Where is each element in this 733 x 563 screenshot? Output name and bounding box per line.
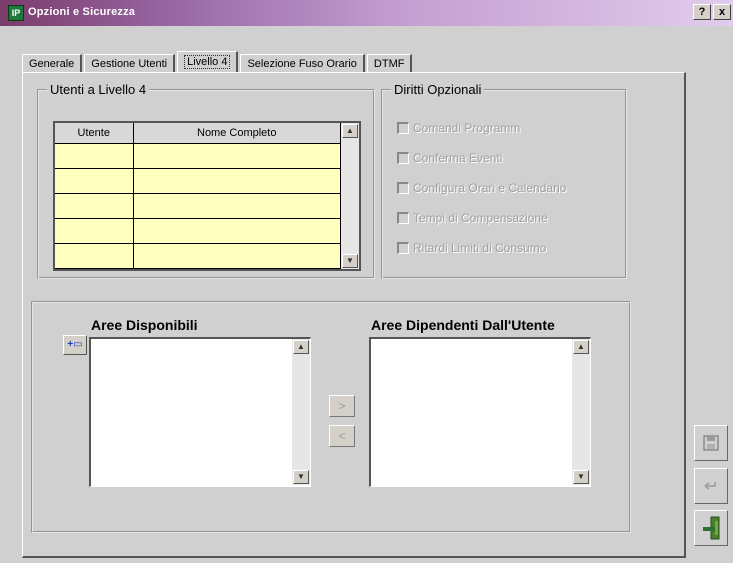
rights-group-title: Diritti Opzionali xyxy=(391,82,485,97)
users-table-scrollbar[interactable]: ▲ ▼ xyxy=(341,123,359,269)
table-row[interactable] xyxy=(55,168,341,194)
undo-icon xyxy=(704,482,716,490)
move-right-button[interactable]: > xyxy=(329,395,355,417)
checkbox xyxy=(397,152,409,164)
save-icon xyxy=(703,435,719,451)
checkbox xyxy=(397,242,409,254)
scroll-up-icon[interactable]: ▲ xyxy=(293,340,309,354)
right-option-label: Comandi Programm xyxy=(413,121,521,135)
table-row[interactable] xyxy=(55,193,341,219)
tab-gestione-utenti[interactable]: Gestione Utenti xyxy=(84,54,176,72)
add-area-icon[interactable]: +▭ xyxy=(63,335,87,355)
column-header-nome-completo[interactable]: Nome Completo xyxy=(133,123,341,144)
tab-livello-4[interactable]: Livello 4 xyxy=(177,51,239,73)
right-option: Configura Orari e Calendario xyxy=(397,181,566,195)
help-button[interactable]: ? xyxy=(693,4,711,20)
checkbox xyxy=(397,122,409,134)
table-cell[interactable] xyxy=(133,193,341,219)
undo-button[interactable] xyxy=(694,468,728,504)
scroll-up-icon[interactable]: ▲ xyxy=(573,340,589,354)
available-areas-title: Aree Disponibili xyxy=(91,317,198,333)
table-row[interactable] xyxy=(55,243,341,269)
exit-icon xyxy=(703,516,720,540)
table-cell[interactable] xyxy=(133,218,341,244)
title-bar: IP Opzioni e Sicurezza ? x xyxy=(0,0,733,26)
dependent-areas-list[interactable]: ▲ ▼ xyxy=(369,337,591,487)
move-left-button[interactable]: < xyxy=(329,425,355,447)
right-option-label: Conferma Eventi xyxy=(413,151,503,165)
tab-label: Generale xyxy=(29,58,75,70)
table-cell[interactable] xyxy=(55,193,134,219)
right-option-label: Ritardi Limiti di Consumo xyxy=(413,241,547,255)
rights-group: Diritti Opzionali Comandi Programm Confe… xyxy=(381,82,627,279)
scroll-up-icon[interactable]: ▲ xyxy=(342,124,358,138)
tab-label: Selezione Fuso Orario xyxy=(247,58,357,70)
scroll-down-icon[interactable]: ▼ xyxy=(342,254,358,268)
options-window: IP Opzioni e Sicurezza ? x Generale Gest… xyxy=(0,0,733,563)
table-cell[interactable] xyxy=(133,143,341,169)
users-group: Utenti a Livello 4 Utente Nome Completo xyxy=(37,82,375,279)
app-icon: IP xyxy=(8,5,24,21)
table-row[interactable] xyxy=(55,218,341,244)
scroll-down-icon[interactable]: ▼ xyxy=(573,470,589,484)
right-option-label: Configura Orari e Calendario xyxy=(413,181,567,195)
dependent-areas-scrollbar[interactable]: ▲ ▼ xyxy=(572,339,590,485)
scroll-down-icon[interactable]: ▼ xyxy=(293,470,309,484)
table-cell[interactable] xyxy=(55,218,134,244)
table-row[interactable] xyxy=(55,143,341,169)
checkbox xyxy=(397,212,409,224)
title-buttons: ? x xyxy=(693,4,731,20)
tab-panel: Utenti a Livello 4 Utente Nome Completo xyxy=(22,72,686,558)
close-button[interactable]: x xyxy=(713,4,731,20)
users-table[interactable]: Utente Nome Completo ▲ ▼ xyxy=(53,121,361,271)
tab-dtmf[interactable]: DTMF xyxy=(366,54,413,72)
dependent-areas-title: Aree Dipendenti Dall'Utente xyxy=(371,317,555,333)
tab-generale[interactable]: Generale xyxy=(22,54,83,72)
right-option-label: Tempi di Compensazione xyxy=(413,211,548,225)
right-option: Comandi Programm xyxy=(397,121,520,135)
window-title: Opzioni e Sicurezza xyxy=(28,6,136,18)
tab-selezione-fuso-orario[interactable]: Selezione Fuso Orario xyxy=(240,54,365,72)
table-cell[interactable] xyxy=(55,168,134,194)
table-cell[interactable] xyxy=(55,243,134,269)
table-cell[interactable] xyxy=(133,168,341,194)
areas-group: Aree Disponibili Aree Dipendenti Dall'Ut… xyxy=(31,301,631,533)
checkbox xyxy=(397,182,409,194)
right-option: Tempi di Compensazione xyxy=(397,211,548,225)
column-header-utente[interactable]: Utente xyxy=(55,123,134,144)
right-option: Conferma Eventi xyxy=(397,151,502,165)
table-cell[interactable] xyxy=(55,143,134,169)
table-cell[interactable] xyxy=(133,243,341,269)
save-button[interactable] xyxy=(694,425,728,461)
available-areas-scrollbar[interactable]: ▲ ▼ xyxy=(292,339,310,485)
tab-label: Gestione Utenti xyxy=(91,58,168,70)
tab-label: DTMF xyxy=(373,58,405,70)
exit-button[interactable] xyxy=(694,510,728,546)
right-option: Ritardi Limiti di Consumo xyxy=(397,241,546,255)
tab-label: Livello 4 xyxy=(184,55,231,69)
available-areas-list[interactable]: ▲ ▼ xyxy=(89,337,311,487)
users-group-title: Utenti a Livello 4 xyxy=(47,82,150,97)
tab-bar: Generale Gestione Utenti Livello 4 Selez… xyxy=(22,48,414,73)
